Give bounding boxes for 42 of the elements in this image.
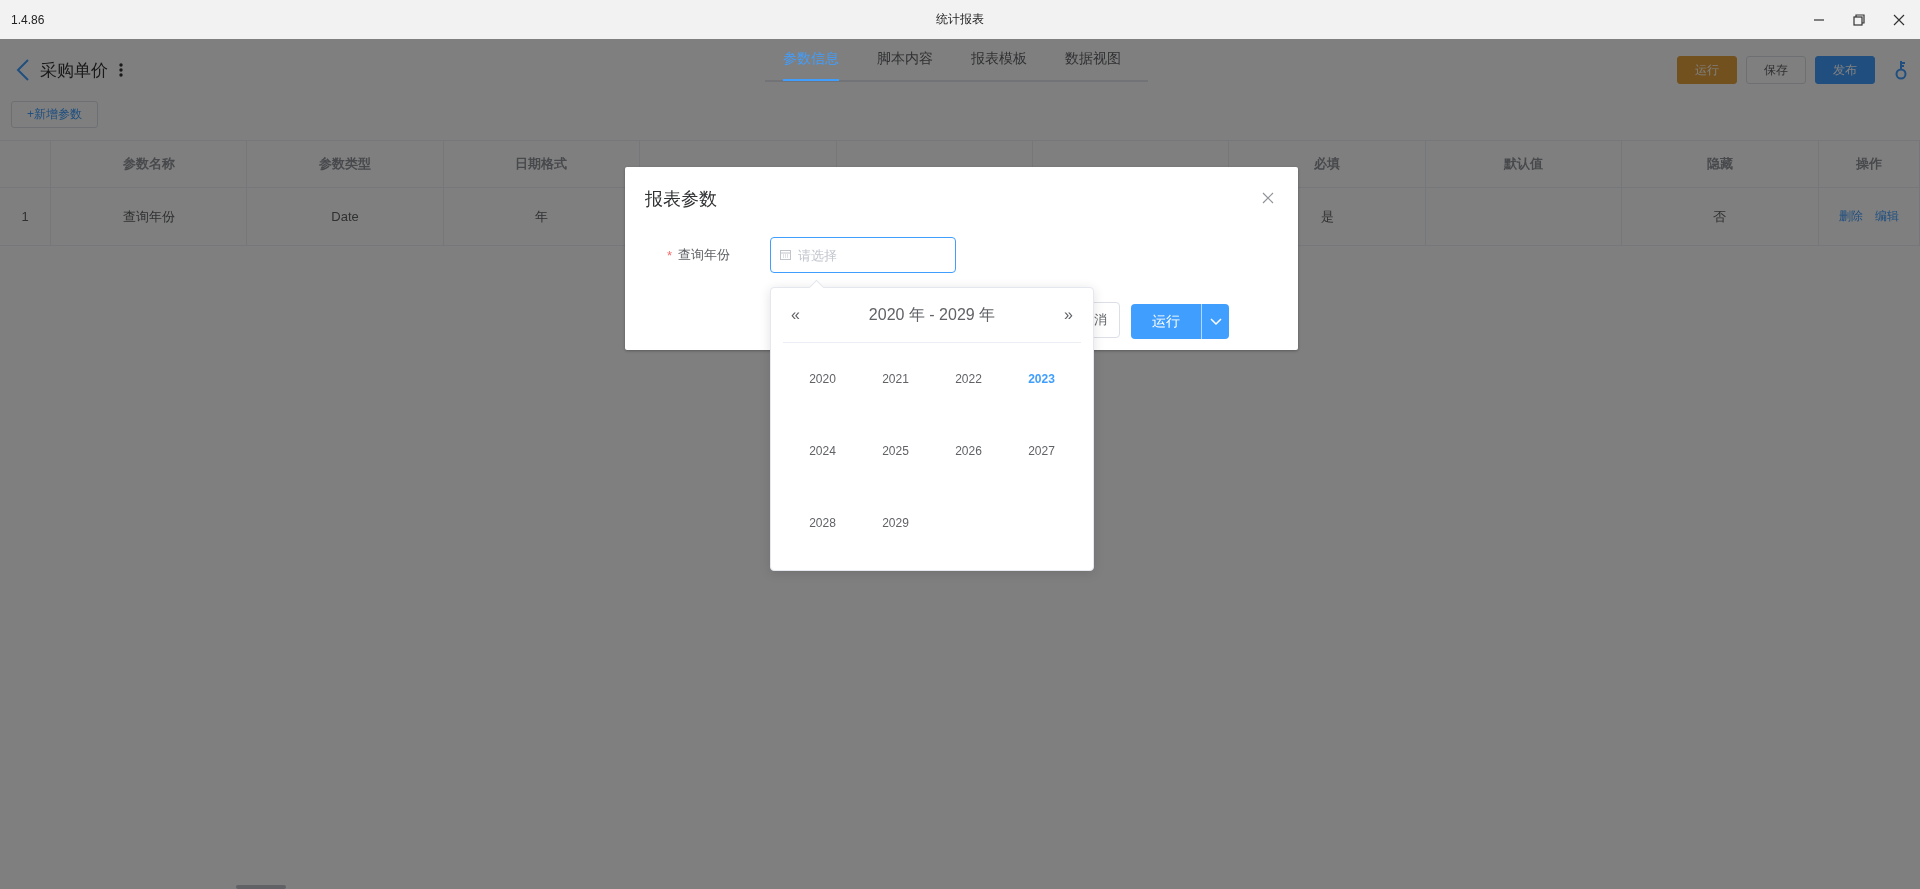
restore-icon[interactable] (1852, 12, 1866, 27)
year-option[interactable]: 2029 (859, 487, 932, 559)
field-label: 查询年份 (678, 246, 731, 264)
tab[interactable]: 数据视图 (1065, 39, 1121, 81)
window-title: 统计报表 (936, 11, 984, 28)
decade-range-label: 2020 年 - 2029 年 (867, 304, 997, 325)
table-cell: 查询年份 (51, 188, 248, 246)
run-button[interactable]: 运行 (1677, 56, 1737, 84)
year-input-field[interactable]: 请选择 (770, 237, 956, 273)
calendar-icon (780, 249, 791, 260)
close-icon[interactable] (1892, 12, 1906, 27)
year-option[interactable]: 2023 (1005, 343, 1078, 415)
delete-link[interactable]: 删除 (1838, 208, 1863, 225)
year-option[interactable]: 2020 (786, 343, 859, 415)
year-option[interactable]: 2022 (932, 343, 1005, 415)
version-label: 1.4.86 (11, 12, 45, 27)
key-icon[interactable] (1894, 59, 1908, 81)
table-cell: 否 (1622, 188, 1819, 246)
dialog-title: 报表参数 (645, 188, 717, 211)
next-decade-button[interactable]: » (1056, 306, 1081, 324)
tab[interactable]: 报表模板 (971, 39, 1027, 81)
tab[interactable]: 脚本内容 (877, 39, 933, 81)
add-parameter-button[interactable]: +新增参数 (11, 101, 98, 128)
table-cell: Date (247, 188, 444, 246)
publish-button[interactable]: 发布 (1815, 56, 1875, 84)
dropdown-button[interactable] (1201, 304, 1229, 339)
report-title: 采购单价 (40, 59, 108, 82)
more-icon[interactable] (118, 62, 124, 78)
run-button[interactable]: 运行 (1131, 304, 1201, 339)
back-icon[interactable] (16, 58, 30, 82)
year-option[interactable]: 2024 (786, 415, 859, 487)
save-button[interactable]: 保存 (1746, 56, 1806, 84)
year-option[interactable]: 2028 (786, 487, 859, 559)
table-cell: 1 (0, 188, 51, 246)
year-option[interactable]: 2027 (1005, 415, 1078, 487)
year-option[interactable]: 2025 (859, 415, 932, 487)
edit-link[interactable]: 编辑 (1874, 208, 1899, 225)
required-mark: * (667, 247, 673, 263)
previous-decade-button[interactable]: « (783, 306, 808, 324)
year-option[interactable]: 2021 (859, 343, 932, 415)
caret-icon (1209, 317, 1222, 326)
year-option[interactable]: 2026 (932, 415, 1005, 487)
